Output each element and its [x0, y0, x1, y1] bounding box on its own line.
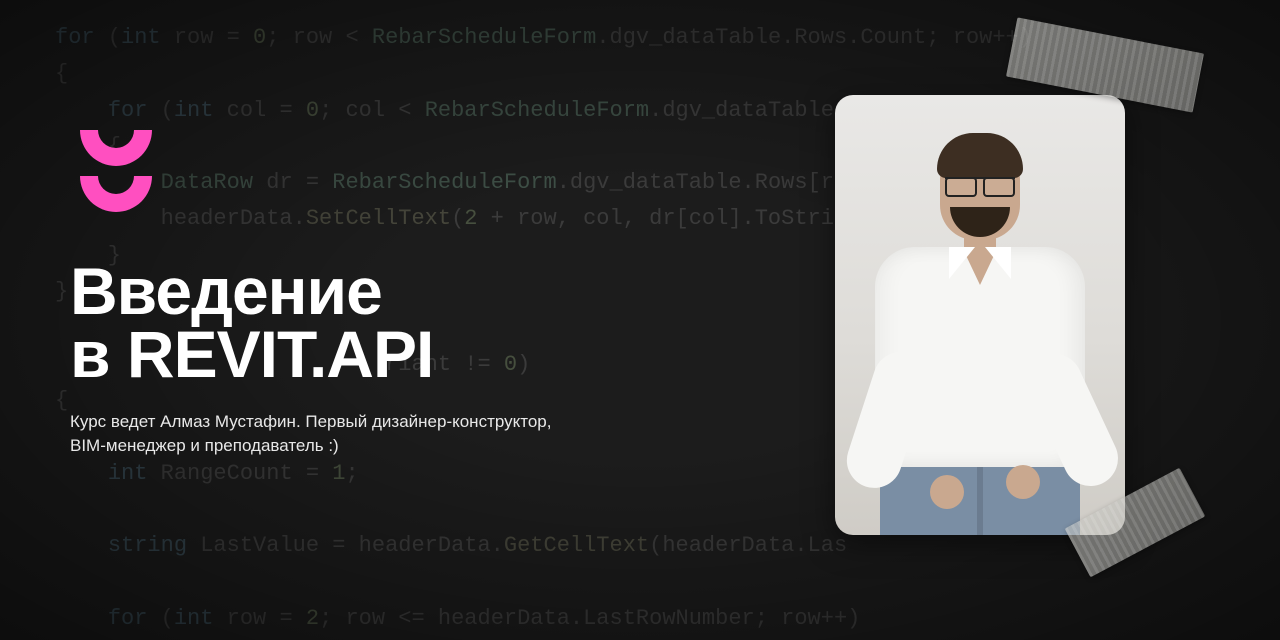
- brand-logo: [70, 130, 160, 230]
- subtitle-line-2: BIM-менеджер и преподаватель :): [70, 434, 551, 458]
- title-line-2: в REVIT.API: [70, 323, 433, 386]
- title-line-1: Введение: [70, 260, 433, 323]
- course-subtitle: Курс ведет Алмаз Мустафин. Первый дизайн…: [70, 410, 551, 458]
- course-title: Введение в REVIT.API: [70, 260, 433, 385]
- instructor-photo: [835, 95, 1125, 535]
- subtitle-line-1: Курс ведет Алмаз Мустафин. Первый дизайн…: [70, 410, 551, 434]
